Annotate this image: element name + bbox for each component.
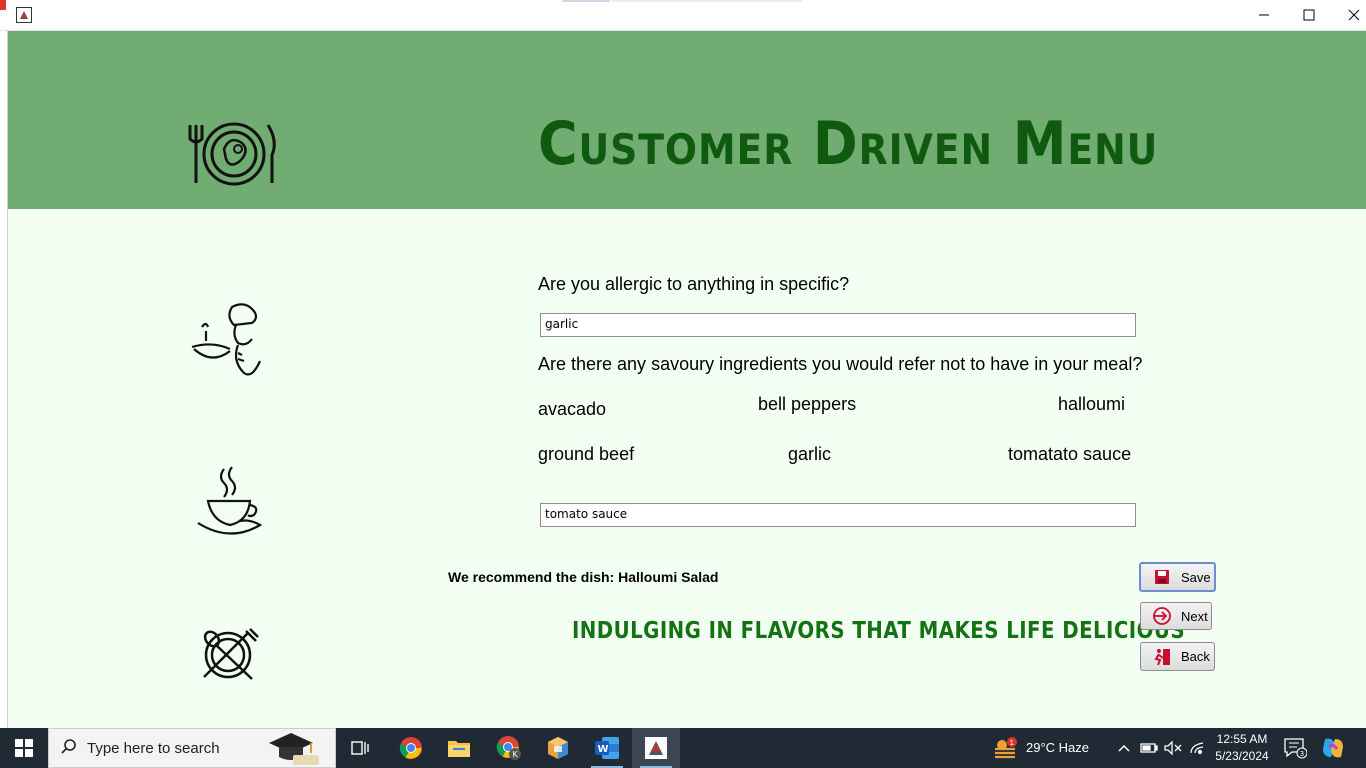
floppy-disk-icon <box>1151 567 1173 587</box>
plate-fork-knife-icon <box>186 121 282 192</box>
file-explorer-icon[interactable] <box>435 728 483 768</box>
option-bell-peppers[interactable]: bell peppers <box>758 394 856 415</box>
allergy-input[interactable]: garlic <box>540 313 1136 337</box>
svg-text:3: 3 <box>1300 750 1304 758</box>
minimize-icon[interactable] <box>1241 0 1287 30</box>
search-icon <box>61 738 77 759</box>
chrome-profile-icon[interactable]: K <box>485 728 533 768</box>
save-button[interactable]: Save <box>1139 562 1216 592</box>
option-garlic[interactable]: garlic <box>788 444 831 465</box>
volume-muted-icon[interactable] <box>1162 728 1184 768</box>
savoury-input[interactable]: tomato sauce <box>540 503 1136 527</box>
notifications-icon[interactable]: 3 <box>1280 728 1310 768</box>
word-icon[interactable]: W <box>583 728 631 768</box>
option-halloumi[interactable]: halloumi <box>1058 394 1125 415</box>
chrome-icon[interactable] <box>387 728 435 768</box>
next-arrow-icon <box>1151 606 1173 626</box>
svg-text:W: W <box>598 744 609 755</box>
edge-marker <box>0 0 6 10</box>
windows-start-icon[interactable] <box>0 728 48 768</box>
svg-text:K: K <box>513 750 519 759</box>
titlebar-accent <box>562 0 610 2</box>
windows-taskbar: Type here to search K W 1 29°C Haze 12:5… <box>0 728 1366 768</box>
clock-time[interactable]: 12:55 AM <box>1210 732 1274 746</box>
maximize-icon[interactable] <box>1286 0 1332 30</box>
no-food-icon <box>200 627 260 688</box>
option-tomatato-sauce[interactable]: tomatato sauce <box>1008 444 1131 465</box>
exit-runner-icon <box>1151 647 1173 667</box>
next-button[interactable]: Next <box>1140 602 1212 630</box>
coffee-cup-icon <box>194 465 264 544</box>
weather-text: 29°C Haze <box>1026 740 1090 755</box>
allergy-question: Are you allergic to anything in specific… <box>538 274 850 294</box>
taskbar-search-box[interactable]: Type here to search <box>48 728 336 768</box>
wifi-icon[interactable] <box>1186 728 1208 768</box>
java-app-icon[interactable] <box>16 7 32 23</box>
graduation-cap-icon <box>265 731 321 768</box>
chevron-up-icon[interactable] <box>1114 728 1134 768</box>
clock-date[interactable]: 5/23/2024 <box>1210 749 1274 763</box>
weather-icon[interactable]: 1 <box>988 728 1022 768</box>
option-ground-beef[interactable]: ground beef <box>538 444 634 465</box>
option-avacado[interactable]: avacado <box>538 399 606 420</box>
window-left-edge <box>0 0 8 728</box>
window-titlebar <box>0 0 1366 31</box>
java-app-taskbar-icon[interactable] <box>632 728 680 768</box>
titlebar-accent-light <box>612 0 802 2</box>
next-label: Next <box>1181 608 1208 624</box>
page-title: Customer Driven Menu <box>538 109 1159 179</box>
search-placeholder: Type here to search <box>87 739 220 757</box>
recommendation-text: We recommend the dish: Halloumi Salad <box>448 569 719 585</box>
tagline: INDULGING IN FLAVORS THAT MAKES LIFE DEL… <box>572 618 1186 644</box>
svg-text:1: 1 <box>1010 739 1014 747</box>
battery-icon[interactable] <box>1138 728 1160 768</box>
back-button[interactable]: Back <box>1140 642 1215 671</box>
header-banner: Customer Driven Menu <box>8 31 1366 209</box>
main-panel: Are you allergic to anything in specific… <box>8 209 1366 728</box>
chef-icon <box>186 301 266 388</box>
task-view-icon[interactable] <box>336 728 384 768</box>
save-label: Save <box>1181 569 1211 585</box>
copilot-icon[interactable] <box>1316 728 1350 768</box>
close-icon[interactable] <box>1331 0 1366 30</box>
back-label: Back <box>1181 649 1210 664</box>
app-cube-icon[interactable] <box>534 728 582 768</box>
savoury-question: Are there any savoury ingredients you wo… <box>538 354 1143 374</box>
